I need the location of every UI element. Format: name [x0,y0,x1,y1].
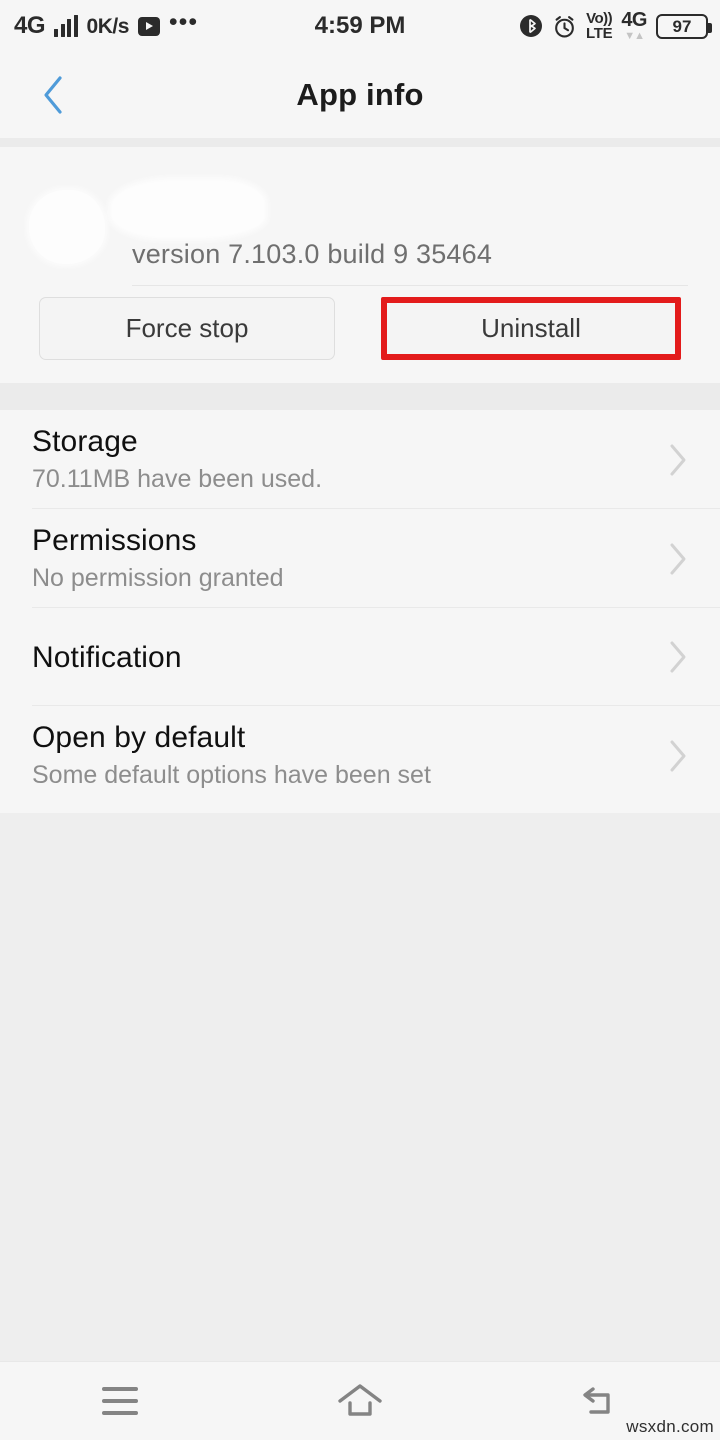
back-arrow-icon [583,1387,610,1414]
sim-network-label: 4G [621,9,647,31]
list-item-subtitle: 70.11MB have been used. [32,465,323,494]
uninstall-button[interactable]: Uninstall [383,297,679,360]
title-bar: App info [0,52,720,138]
list-item-title: Open by default [32,721,246,755]
volte-top-label: Vo)) [586,10,613,27]
page-title: App info [296,77,424,112]
empty-content-area [0,813,720,1361]
volte-bottom-label: LTE [585,25,613,42]
status-bar-left: 4G 0K/s ••• [14,7,199,39]
nav-home-button[interactable] [240,1362,480,1440]
more-dots-icon: ••• [168,7,199,36]
chevron-right-icon [670,641,686,673]
app-header-divider [132,285,688,286]
chevron-right-icon [670,543,686,574]
battery-level-label: 97 [672,16,692,36]
app-icon-redacted [29,190,105,264]
alarm-clock-icon [552,14,577,39]
app-info-screen: 4G 0K/s ••• 4:59 PM Vo)) LTE 4G ▼▲ 97 Ap… [0,0,720,1440]
system-navigation-bar [0,1361,720,1440]
app-name-redacted [112,181,264,237]
section-separator-band [0,383,720,410]
sim-network-indicator: 4G ▼▲ [621,10,647,42]
nav-menu-button[interactable] [0,1362,240,1440]
home-icon [338,1384,382,1416]
status-bar-right: Vo)) LTE 4G ▼▲ 97 [519,10,712,42]
data-speed-label: 0K/s [86,14,130,38]
force-stop-button[interactable]: Force stop [39,297,335,360]
chevron-right-icon [670,444,686,475]
settings-list: Storage 70.11MB have been used. Permissi… [0,410,720,813]
menu-recents-icon [102,1387,138,1415]
app-version-label: version 7.103.0 build 9 35464 [132,239,493,269]
list-item-title: Notification [32,640,182,674]
list-item-title: Storage [32,425,138,459]
signal-strength-icon [54,15,78,37]
chevron-right-icon [670,740,686,771]
data-transfer-arrows-icon: ▼▲ [624,30,645,42]
back-chevron-icon [44,76,62,114]
list-item-subtitle: Some default options have been set [32,761,431,790]
list-item-title: Permissions [32,524,197,558]
bluetooth-icon [519,14,543,38]
battery-icon: 97 [656,13,712,39]
list-item-storage[interactable]: Storage 70.11MB have been used. [0,410,720,509]
volte-indicator: Vo)) LTE [585,10,613,42]
back-button[interactable] [22,64,84,126]
site-watermark: wsxdn.com [626,1417,714,1436]
list-item-subtitle: No permission granted [32,564,284,593]
list-item-notification[interactable]: Notification [0,608,720,706]
app-header-card: version 7.103.0 build 9 35464 Force stop… [0,147,720,383]
status-bar: 4G 0K/s ••• 4:59 PM Vo)) LTE 4G ▼▲ 97 [0,0,720,52]
header-separator-band [0,138,720,147]
list-item-permissions[interactable]: Permissions No permission granted [0,509,720,608]
network-type-label: 4G [14,12,46,39]
play-icon [137,16,160,36]
list-item-open-by-default[interactable]: Open by default Some default options hav… [0,706,720,805]
